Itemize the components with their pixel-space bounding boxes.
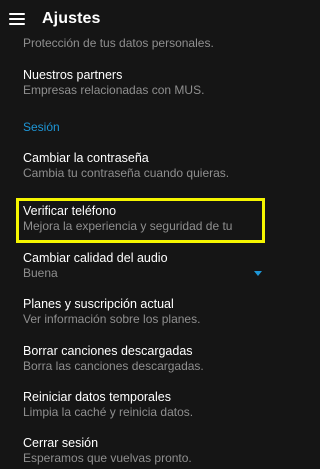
plans-subtitle: Ver información sobre los planes. bbox=[23, 312, 201, 326]
change-password-subtitle: Cambia tu contraseña cuando quieras. bbox=[23, 166, 230, 180]
settings-item-verify-phone[interactable]: Verificar teléfono Mejora la experiencia… bbox=[0, 204, 280, 234]
menu-icon[interactable] bbox=[9, 13, 25, 25]
settings-item-audio-quality[interactable]: Cambiar calidad del audio Buena bbox=[0, 251, 280, 281]
audio-quality-value: Buena bbox=[23, 266, 58, 280]
logout-subtitle: Esperamos que vuelvas pronto. bbox=[23, 451, 192, 465]
logout-title: Cerrar sesión bbox=[23, 436, 99, 450]
dropdown-arrow-icon[interactable] bbox=[254, 271, 262, 276]
page-title: Ajustes bbox=[42, 10, 101, 27]
section-header-session: Sesión bbox=[23, 120, 60, 134]
restart-temp-subtitle: Limpia la caché y reinicia datos. bbox=[23, 405, 194, 419]
app-bar: Ajustes bbox=[0, 0, 280, 38]
partners-subtitle: Empresas relacionadas con MUS. bbox=[23, 83, 205, 97]
verify-phone-title: Verificar teléfono bbox=[23, 204, 117, 218]
change-password-title: Cambiar la contraseña bbox=[23, 151, 149, 165]
settings-item-change-password[interactable]: Cambiar la contraseña Cambia tu contrase… bbox=[0, 151, 280, 181]
delete-downloads-title: Borrar canciones descargadas bbox=[23, 344, 193, 358]
privacy-subtitle: Protección de tus datos personales. bbox=[23, 36, 214, 50]
partners-title: Nuestros partners bbox=[23, 68, 123, 82]
settings-item-partners[interactable]: Nuestros partners Empresas relacionadas … bbox=[0, 68, 280, 98]
settings-item-delete-downloads[interactable]: Borrar canciones descargadas Borra las c… bbox=[0, 344, 280, 374]
settings-item-plans[interactable]: Planes y suscripción actual Ver informac… bbox=[0, 297, 280, 327]
settings-item-restart-temp[interactable]: Reiniciar datos temporales Limpia la cac… bbox=[0, 390, 280, 420]
verify-phone-subtitle: Mejora la experiencia y seguridad de tu bbox=[23, 219, 233, 233]
delete-downloads-subtitle: Borra las canciones descargadas. bbox=[23, 359, 204, 373]
settings-item-privacy[interactable]: Protección de tus datos personales. bbox=[0, 36, 280, 51]
audio-quality-title: Cambiar calidad del audio bbox=[23, 251, 168, 265]
plans-title: Planes y suscripción actual bbox=[23, 297, 174, 311]
restart-temp-title: Reiniciar datos temporales bbox=[23, 390, 171, 404]
settings-item-logout[interactable]: Cerrar sesión Esperamos que vuelvas pron… bbox=[0, 436, 280, 466]
